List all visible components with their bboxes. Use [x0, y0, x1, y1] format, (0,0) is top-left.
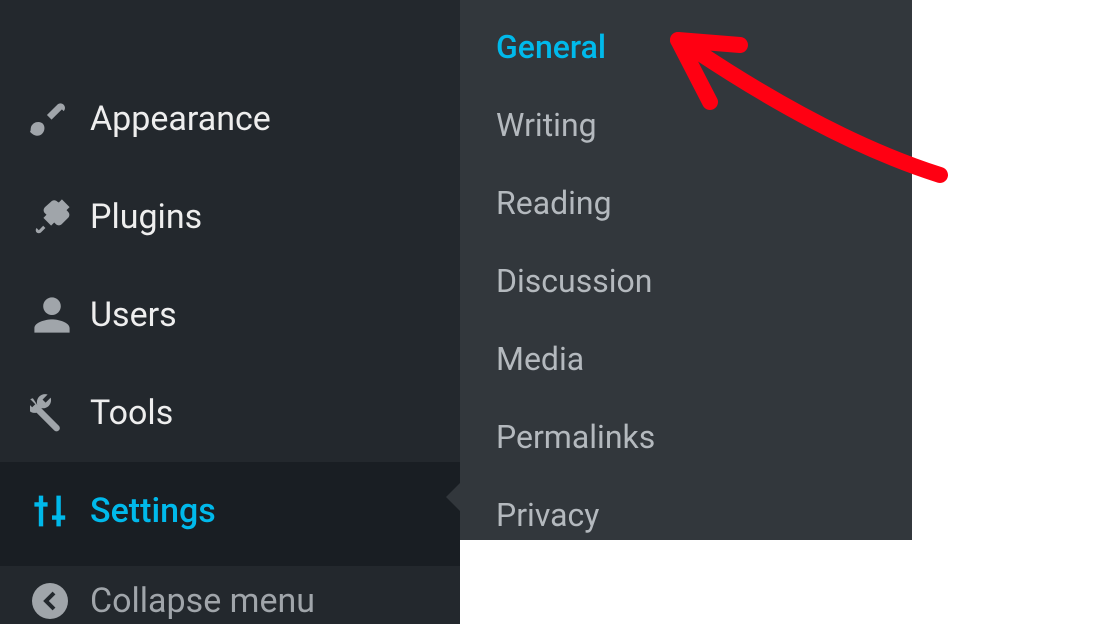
- sidebar-item-settings[interactable]: Settings: [0, 462, 460, 560]
- sidebar-item-label: Settings: [90, 491, 216, 531]
- wrench-icon: [30, 391, 90, 435]
- user-icon: [30, 293, 90, 337]
- sidebar-item-label: Plugins: [90, 197, 202, 237]
- sidebar-item-plugins[interactable]: Plugins: [0, 168, 460, 266]
- sidebar-item-tools[interactable]: Tools: [0, 364, 460, 462]
- collapse-menu-button[interactable]: Collapse menu: [0, 566, 460, 636]
- sidebar-item-label: Tools: [90, 393, 173, 433]
- submenu-item-privacy[interactable]: Privacy: [460, 476, 912, 554]
- sidebar-item-appearance[interactable]: [0, 0, 460, 70]
- submenu-pointer: [446, 483, 460, 511]
- submenu-item-discussion[interactable]: Discussion: [460, 242, 912, 320]
- submenu-item-permalinks[interactable]: Permalinks: [460, 398, 912, 476]
- sidebar-item-label: Appearance: [90, 99, 271, 139]
- collapse-label: Collapse menu: [90, 581, 315, 621]
- settings-submenu: General Writing Reading Discussion Media…: [460, 0, 912, 540]
- plug-icon: [30, 195, 90, 239]
- admin-sidebar: Appearance Plugins Users Tools Settings …: [0, 0, 460, 624]
- sidebar-item-appearance[interactable]: Appearance: [0, 70, 460, 168]
- submenu-item-writing[interactable]: Writing: [460, 86, 912, 164]
- submenu-item-reading[interactable]: Reading: [460, 164, 912, 242]
- submenu-item-general[interactable]: General: [460, 8, 912, 86]
- sliders-icon: [30, 489, 90, 533]
- sidebar-item-users[interactable]: Users: [0, 266, 460, 364]
- paintbrush-icon: [30, 97, 90, 141]
- submenu-item-media[interactable]: Media: [460, 320, 912, 398]
- collapse-icon: [30, 581, 90, 621]
- sidebar-item-label: Users: [90, 295, 177, 335]
